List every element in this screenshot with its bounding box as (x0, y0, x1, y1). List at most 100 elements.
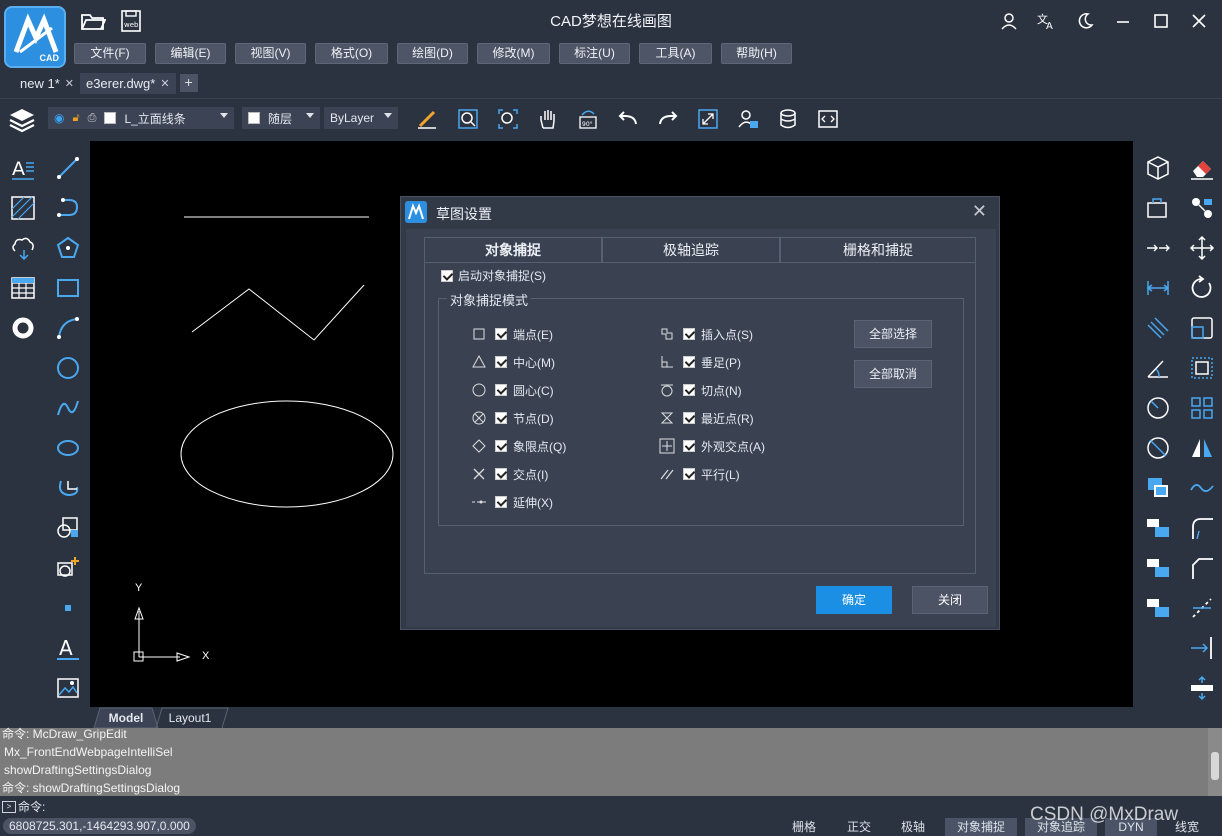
tab-layout1[interactable]: Layout1 (162, 708, 218, 728)
minimize-icon[interactable] (1112, 10, 1134, 32)
3d-box-icon[interactable] (1145, 155, 1171, 181)
draw-order-above-icon[interactable] (1145, 595, 1171, 621)
spline-icon[interactable] (55, 395, 81, 421)
snap-endpoint-row[interactable]: 端点(E) (469, 325, 553, 343)
layers-icon[interactable] (8, 107, 36, 136)
menu-draw[interactable]: 绘图(D) (397, 43, 468, 64)
stretch-icon[interactable] (1189, 355, 1215, 381)
menu-file[interactable]: 文件(F) (74, 43, 146, 64)
snap-intersection-row[interactable]: 交点(I) (469, 465, 548, 483)
break-icon[interactable] (1189, 675, 1215, 701)
snap-midpoint-row[interactable]: 中心(M) (469, 353, 555, 371)
close-window-icon[interactable] (1188, 10, 1210, 32)
user-icon[interactable] (998, 10, 1020, 32)
menu-tools[interactable]: 工具(A) (639, 43, 712, 64)
status-osnap[interactable]: 对象捕捉 (945, 818, 1017, 836)
angular-dim-icon[interactable] (1145, 355, 1171, 381)
circle-icon[interactable] (55, 355, 81, 381)
close-tab-icon[interactable]: ✕ (160, 77, 169, 90)
maximize-icon[interactable] (1150, 10, 1172, 32)
select-all-button[interactable]: 全部选择 (854, 320, 932, 348)
copy-icon[interactable] (1145, 195, 1171, 221)
create-block-icon[interactable] (55, 555, 81, 581)
linetype-select[interactable]: ByLayer (324, 107, 398, 129)
insert-image-icon[interactable] (55, 675, 81, 701)
snap-parallel-row[interactable]: 平行(L) (657, 465, 740, 483)
add-tab-button[interactable]: + (179, 74, 198, 92)
snap-checkbox[interactable] (683, 356, 695, 368)
status-grid[interactable]: 栅格 (782, 818, 826, 836)
command-input-line[interactable]: > 命令: (0, 797, 1222, 816)
tab-grid-snap[interactable]: 栅格和捕捉 (780, 237, 976, 263)
snap-checkbox[interactable] (683, 384, 695, 396)
offset-wave-icon[interactable] (1189, 475, 1215, 501)
polygon-icon[interactable] (55, 235, 81, 261)
menu-view[interactable]: 视图(V) (235, 43, 306, 64)
enable-osnap-row[interactable]: 启动对象捕捉(S) (441, 267, 546, 284)
trim-icon[interactable] (1189, 595, 1215, 621)
color-select[interactable]: 随层 (242, 107, 320, 129)
layer-stack-icon[interactable] (1145, 475, 1171, 501)
snap-nearest-row[interactable]: 最近点(R) (657, 409, 754, 427)
snap-insertion-row[interactable]: 插入点(S) (657, 325, 753, 343)
array-icon[interactable] (1189, 395, 1215, 421)
point-icon[interactable] (55, 595, 81, 621)
chamfer-icon[interactable] (1189, 555, 1215, 581)
eye-icon[interactable]: ◉ (54, 111, 64, 125)
menu-dimension[interactable]: 标注(U) (559, 43, 630, 64)
snap-tangent-row[interactable]: 切点(N) (657, 381, 742, 399)
close-button[interactable]: 关闭 (912, 586, 988, 614)
undo-icon[interactable] (615, 106, 641, 132)
radius-dim-icon[interactable] (1145, 395, 1171, 421)
save-web-icon[interactable]: web (119, 10, 145, 32)
app-logo[interactable]: CAD (4, 6, 66, 68)
snap-checkbox[interactable] (683, 328, 695, 340)
drawn-ellipse[interactable] (180, 400, 394, 508)
layer-select[interactable]: ◉ 🔓︎ ⎙ L_立面线条 (48, 107, 234, 129)
snap-checkbox[interactable] (683, 468, 695, 480)
snap-checkbox[interactable] (495, 412, 507, 424)
arc-icon[interactable] (55, 315, 81, 341)
code-icon[interactable] (815, 106, 841, 132)
redo-icon[interactable] (655, 106, 681, 132)
status-ortho[interactable]: 正交 (837, 818, 881, 836)
hatch-icon[interactable] (10, 195, 36, 221)
open-folder-icon[interactable] (80, 10, 107, 32)
snap-extension-row[interactable]: 延伸(X) (469, 493, 553, 511)
snap-checkbox[interactable] (683, 440, 695, 452)
translate-icon[interactable]: 文A (1036, 10, 1058, 32)
zoom-extents-icon[interactable] (495, 106, 521, 132)
snap-quadrant-row[interactable]: 象限点(Q) (469, 437, 566, 455)
linear-dim-icon[interactable] (1145, 275, 1171, 301)
draw-order-front-icon[interactable] (1145, 515, 1171, 541)
fullscreen-icon[interactable] (695, 106, 721, 132)
match-properties-icon[interactable] (414, 106, 440, 132)
ellipse-arc-icon[interactable] (55, 475, 81, 501)
clear-all-button[interactable]: 全部取消 (854, 360, 932, 388)
ellipse-icon[interactable] (55, 435, 81, 461)
diameter-dim-icon[interactable] (1145, 435, 1171, 461)
snap-center-row[interactable]: 圆心(C) (469, 381, 554, 399)
fillet-icon[interactable] (1189, 515, 1215, 541)
draw-order-back-icon[interactable] (1145, 555, 1171, 581)
extend-icon[interactable] (1189, 635, 1215, 661)
command-scrollbar[interactable] (1208, 728, 1222, 796)
scale-icon[interactable] (1189, 315, 1215, 341)
zoom-window-icon[interactable] (455, 106, 481, 132)
rectangle-icon[interactable] (55, 275, 81, 301)
close-tab-icon[interactable]: ✕ (65, 77, 74, 90)
menu-help[interactable]: 帮助(H) (721, 43, 792, 64)
snap-node-row[interactable]: 节点(D) (469, 409, 554, 427)
move-arrows-icon[interactable] (1145, 235, 1171, 261)
doc-tab-e3erer[interactable]: e3erer.dwg* ✕ (79, 72, 176, 94)
database-icon[interactable] (775, 106, 801, 132)
snap-checkbox[interactable] (495, 384, 507, 396)
donut-icon[interactable] (10, 315, 36, 341)
snap-checkbox[interactable] (683, 412, 695, 424)
rotate-icon[interactable] (1189, 275, 1215, 301)
drawn-polyline[interactable] (191, 284, 365, 341)
lock-icon[interactable]: 🔓︎ (72, 112, 79, 125)
text-icon[interactable]: A (55, 635, 81, 661)
mirror-icon[interactable] (1189, 435, 1215, 461)
status-otrack[interactable]: 对象追踪 (1025, 818, 1097, 836)
